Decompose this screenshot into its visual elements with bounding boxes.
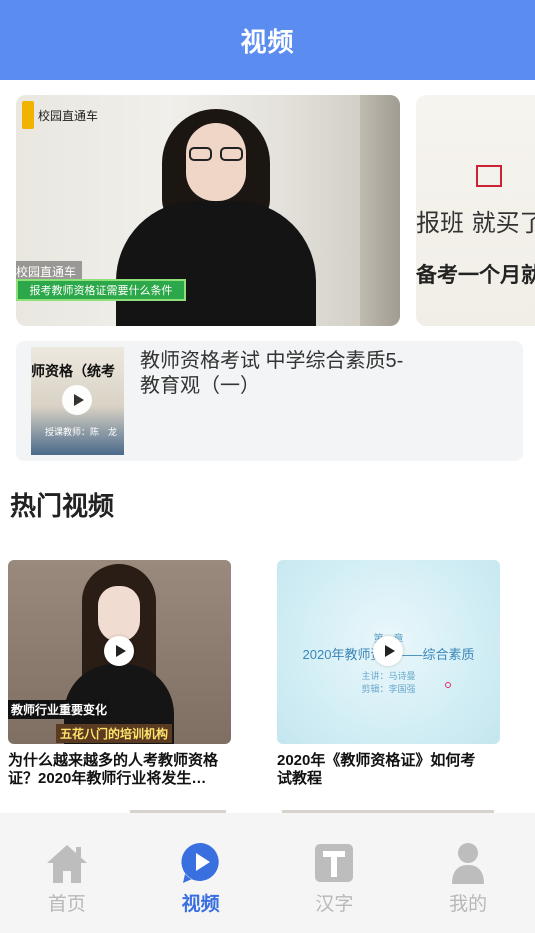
tab-home[interactable]: 首页 [0,813,134,933]
video-card[interactable]: 第一章 2020年教师资格——综合素质 主讲：马诗曼 剪辑：李国强 2020年《… [277,560,500,788]
course-thumbnail[interactable]: 师资格（统考 授课教师：陈 龙 [31,347,124,455]
home-icon [46,845,87,883]
play-icon[interactable] [104,636,134,666]
thumbnail-editor: 剪辑：李国强 [361,684,416,694]
video-thumbnail[interactable]: 教师行业重要变化 五花八门的培训机构 [8,560,231,744]
carousel-slide[interactable]: 报班 就买了 备考一个月就通 [416,95,535,326]
tab-video[interactable]: 视频 [134,813,268,933]
tab-profile[interactable]: 我的 [401,813,535,933]
tab-characters[interactable]: 汉字 [268,813,402,933]
tab-label: 视频 [181,894,220,915]
thumbnail-credits: 主讲：马诗曼 剪辑：李国强 [277,670,500,696]
tab-label: 首页 [47,894,86,915]
slide-caption-bar: 报考教师资格证需要什么条件 [16,279,186,301]
text-t-icon [315,844,354,882]
illustration-board [476,165,502,187]
banner-carousel[interactable]: 校园直通车 校园直通车 报考教师资格证需要什么条件 报班 就买了 备考一个月就通 [16,95,535,326]
video-play-icon [181,842,219,883]
featured-course-card[interactable]: 师资格（统考 授课教师：陈 龙 教师资格考试 中学综合素质5-教育观（一） [16,341,523,461]
video-title[interactable]: 为什么越来越多的人考教师资格证？2020年教师行业将发生重大变化 [8,752,218,788]
video-card[interactable]: 教师行业重要变化 五花八门的培训机构 为什么越来越多的人考教师资格证？2020年… [8,560,231,788]
video-title[interactable]: 2020年《教师资格证》如何考试教程 [277,752,487,788]
thumbnail-speaker: 主讲：马诗曼 [361,671,416,681]
play-icon[interactable] [373,636,403,666]
course-title[interactable]: 教师资格考试 中学综合素质5-教育观（一） [140,349,415,399]
tab-label: 我的 [449,894,488,915]
page-title: 视频 [240,26,295,57]
thumbnail-tag: 五花八门的培训机构 [56,724,173,743]
play-icon[interactable] [62,385,92,415]
brand-logo-icon [22,101,34,129]
tab-label: 汉字 [315,894,354,915]
brand-label: 校园直通车 [38,108,99,123]
thumbnail-title: 师资格（统考 [31,363,115,379]
section-title-hot: 热门视频 [10,491,115,521]
bottom-tab-bar: 首页 视频 汉字 我的 [0,813,535,933]
carousel-slide[interactable]: 校园直通车 校园直通车 报考教师资格证需要什么条件 [16,95,400,326]
decor-dot-icon [445,682,451,688]
app-header: 视频 [0,0,535,80]
person-icon [452,843,485,884]
slide-handwriting: 报班 就买了 [416,209,535,237]
slide-caption: 备考一个月就通 [416,264,535,287]
thumbnail-tag: 教师行业重要变化 [8,700,111,719]
video-thumbnail[interactable]: 第一章 2020年教师资格——综合素质 主讲：马诗曼 剪辑：李国强 [277,560,500,744]
brand-badge: 校园直通车 [22,101,98,129]
thumbnail-teacher: 授课教师：陈 龙 [45,427,118,437]
bookshelf-background [360,95,400,326]
